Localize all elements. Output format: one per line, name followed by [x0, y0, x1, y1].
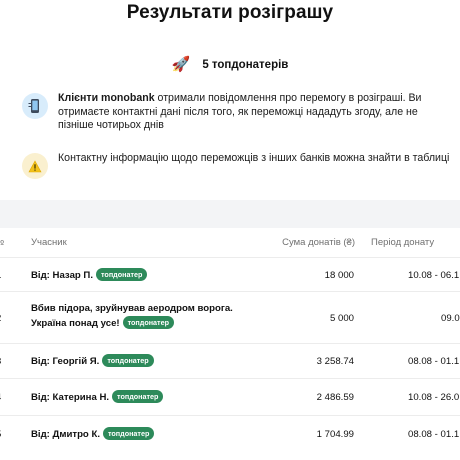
- row-number: 2: [0, 313, 1, 324]
- phone-icon: [22, 93, 48, 119]
- donation-period: 09.0: [441, 313, 460, 324]
- participant-name: Від: Назар П. топдонатер: [31, 268, 148, 283]
- row-number: 3: [0, 356, 1, 367]
- warning-icon: [22, 153, 48, 179]
- page-title: Результати розіграшу: [126, 2, 334, 23]
- table-row[interactable]: 4 Від: Катерина Н.топдонатер 2 486.59 10…: [0, 379, 460, 416]
- topdonators-count: 5 топдонатерів: [202, 59, 289, 71]
- table-row[interactable]: 2 Вбив підора, зруйнував аеродром ворога…: [0, 292, 460, 344]
- monobank-clients-label: Клієнти monobank: [58, 92, 155, 104]
- donation-period: 08.08 - 01.1: [408, 429, 460, 440]
- participant-name: Від: Георгій Я. топдонатер: [31, 354, 154, 369]
- donation-period: 08.08 - 01.1: [408, 356, 460, 367]
- other-banks-notice: Контактну інформацію щодо переможців з і…: [22, 152, 452, 179]
- section-divider: [0, 200, 460, 228]
- header-donation-period: Період донату: [371, 237, 435, 248]
- participant-name: Вбив підора, зруйнував аеродром ворога. У…: [31, 303, 233, 329]
- table-row[interactable]: 3 Від: Георгій Я.топдонатер 3 258.74 08.…: [0, 344, 460, 379]
- rocket-icon: 🚀: [171, 56, 191, 73]
- winners-table: № Учасник Сума донатів (₴) Період донату…: [0, 228, 460, 454]
- topdonator-badge: топдонатер: [122, 316, 174, 329]
- donation-sum: 1 704.99: [316, 429, 354, 440]
- donation-sum: 18 000: [324, 270, 354, 281]
- other-banks-notice-text: Контактну інформацію щодо переможців з і…: [58, 152, 450, 164]
- header-donation-sum: Сума донатів (₴): [282, 237, 355, 248]
- topdonators-summary: 🚀 5 топдонатерів: [0, 56, 460, 74]
- header-participant: Учасник: [31, 237, 67, 248]
- donation-sum: 3 258.74: [316, 356, 354, 367]
- donation-period: 10.08 - 26.0: [408, 392, 460, 403]
- donation-sum: 5 000: [329, 313, 354, 324]
- table-row[interactable]: 1 Від: Назар П.топдонатер 18 000 10.08 -…: [0, 258, 460, 292]
- header-number: №: [0, 237, 4, 248]
- donation-sum: 2 486.59: [316, 392, 354, 403]
- topdonator-badge: топдонатер: [102, 354, 154, 367]
- row-number: 1: [0, 270, 1, 281]
- topdonator-badge: топдонатер: [102, 427, 155, 440]
- table-header: № Учасник Сума донатів (₴) Період донату: [0, 228, 460, 258]
- donation-period: 10.08 - 06.1: [408, 270, 460, 281]
- monobank-notice-text: Клієнти monobank отримали повідомлення п…: [58, 92, 452, 133]
- row-number: 4: [0, 392, 1, 403]
- topdonator-badge: топдонатер: [112, 390, 164, 403]
- row-number: 5: [0, 429, 1, 440]
- participant-name: Від: Катерина Н. топдонатер: [31, 390, 164, 405]
- participant-name: Від: Дмитро К. топдонатер: [31, 427, 155, 442]
- table-row[interactable]: 5 Від: Дмитро К.топдонатер 1 704.99 08.0…: [0, 416, 460, 454]
- topdonator-badge: топдонатер: [96, 268, 148, 281]
- results-panel: Результати розіграшу 🚀 5 топдонатерів Кл…: [0, 0, 460, 200]
- monobank-notice: Клієнти monobank отримали повідомлення п…: [22, 92, 452, 133]
